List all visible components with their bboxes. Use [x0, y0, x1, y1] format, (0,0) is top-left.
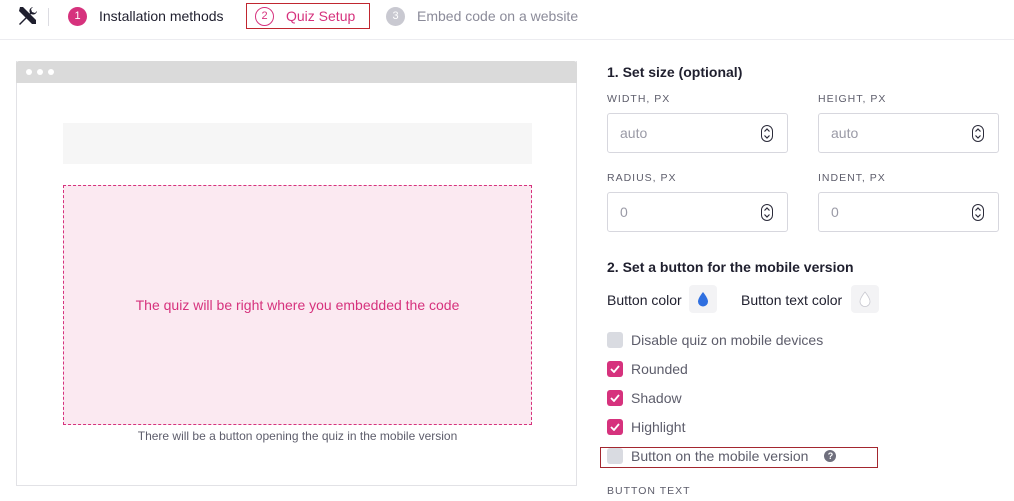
- quiz-area-text: The quiz will be right where you embedde…: [135, 297, 460, 313]
- height-input-box: [818, 113, 999, 153]
- checkmark-icon: [610, 365, 620, 373]
- stepper-arrows-icon[interactable]: [761, 204, 773, 221]
- droplet-outline-icon: [859, 291, 871, 307]
- checkbox-checked[interactable]: [607, 419, 623, 435]
- checkbox-checked[interactable]: [607, 361, 623, 377]
- step-number: 1: [68, 6, 87, 26]
- stepper-arrows-icon[interactable]: [972, 125, 984, 142]
- color-row: Button color Button text color: [607, 284, 1007, 314]
- width-input[interactable]: [608, 114, 748, 152]
- checkmark-icon: [610, 394, 620, 402]
- indent-input[interactable]: [819, 193, 959, 231]
- step-label: Embed code on a website: [417, 8, 579, 24]
- tools-icon[interactable]: [16, 4, 40, 28]
- window-dot: [48, 69, 54, 75]
- step-number: 2: [255, 6, 274, 26]
- checkbox-checked[interactable]: [607, 390, 623, 406]
- step-quiz-setup[interactable]: 2 Quiz Setup: [246, 3, 370, 29]
- option-highlight[interactable]: Highlight: [607, 417, 685, 437]
- width-label: WIDTH, PX: [607, 93, 671, 105]
- button-text-label: BUTTON TEXT: [607, 485, 691, 497]
- button-section-title: 2. Set a button for the mobile version: [607, 259, 854, 275]
- step-installation-methods[interactable]: 1 Installation methods: [68, 4, 224, 28]
- option-disable-mobile[interactable]: Disable quiz on mobile devices: [607, 330, 823, 350]
- height-label: HEIGHT, PX: [818, 93, 887, 105]
- step-label: Quiz Setup: [286, 8, 356, 24]
- quiz-preview: The quiz will be right where you embedde…: [16, 61, 577, 486]
- quiz-embed-area: The quiz will be right where you embedde…: [63, 185, 532, 425]
- height-input[interactable]: [819, 114, 959, 152]
- step-number: 3: [386, 6, 405, 26]
- option-shadow[interactable]: Shadow: [607, 388, 682, 408]
- radius-input-box: [607, 192, 788, 232]
- indent-input-box: [818, 192, 999, 232]
- step-label: Installation methods: [99, 8, 224, 24]
- option-label: Highlight: [631, 419, 686, 435]
- stepper-arrows-icon[interactable]: [761, 125, 773, 142]
- step-embed-code[interactable]: 3 Embed code on a website: [386, 4, 578, 28]
- button-color-picker[interactable]: [689, 285, 717, 313]
- preview-note: There will be a button opening the quiz …: [137, 429, 458, 443]
- divider: [48, 8, 49, 26]
- button-text-color-picker[interactable]: [851, 285, 879, 313]
- button-text-color-label: Button text color: [741, 292, 843, 308]
- option-label: Disable quiz on mobile devices: [631, 332, 824, 348]
- option-label: Rounded: [631, 361, 688, 377]
- highlight-outline: [600, 447, 878, 468]
- checkbox[interactable]: [607, 332, 623, 348]
- checkmark-icon: [610, 423, 620, 431]
- droplet-icon: [698, 292, 708, 307]
- option-rounded[interactable]: Rounded: [607, 359, 688, 379]
- indent-label: INDENT, PX: [818, 172, 886, 184]
- width-input-box: [607, 113, 788, 153]
- radius-label: RADIUS, PX: [607, 172, 677, 184]
- browser-bar: [16, 61, 577, 83]
- page-placeholder: [63, 123, 532, 164]
- window-dot: [37, 69, 43, 75]
- window-dot: [26, 69, 32, 75]
- stepper-arrows-icon[interactable]: [972, 204, 984, 221]
- radius-input[interactable]: [608, 193, 748, 231]
- size-section-title: 1. Set size (optional): [607, 64, 743, 80]
- button-color-label: Button color: [607, 292, 682, 308]
- settings-panel: 1. Set size (optional) WIDTH, PX HEIGHT,…: [600, 0, 1007, 501]
- option-label: Shadow: [631, 390, 682, 406]
